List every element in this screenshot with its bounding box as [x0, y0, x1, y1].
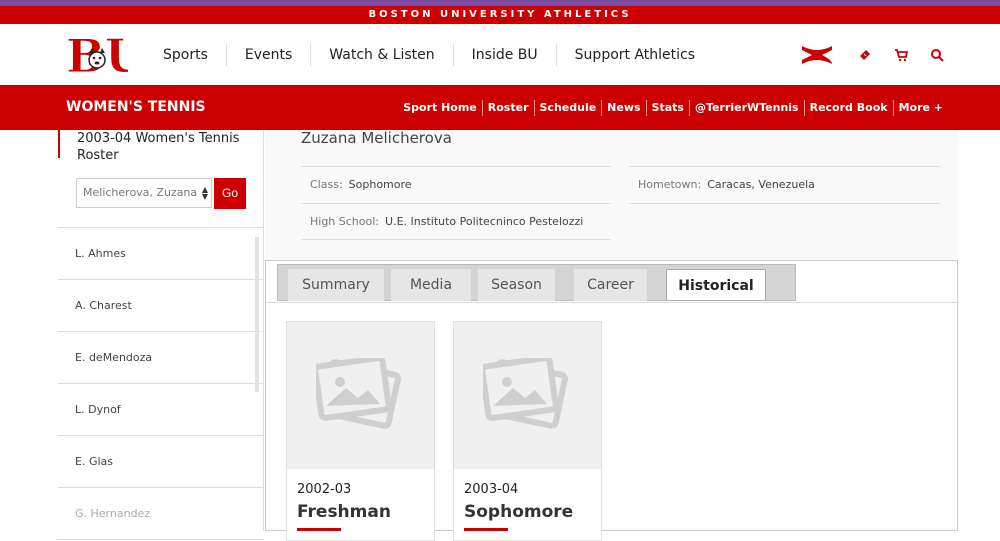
sport-link-roster[interactable]: Roster	[481, 99, 534, 116]
roster-select-value: Melicherova, Zuzana	[83, 186, 198, 199]
primary-nav: Sports Events Watch & Listen Inside BU S…	[145, 24, 713, 85]
sport-links: Sport Home Roster Schedule News Stats @T…	[398, 85, 948, 130]
class-label: Class:	[310, 178, 343, 191]
tab-career[interactable]: Career	[574, 269, 647, 301]
cart-icon[interactable]	[894, 48, 908, 62]
sport-link-record-book[interactable]: Record Book	[803, 99, 893, 116]
player-list-item[interactable]: L. Dynof	[58, 384, 264, 436]
sport-link-more[interactable]: More +	[892, 99, 948, 116]
roster-player-select[interactable]: Melicherova, Zuzana ▲ ▼	[76, 178, 212, 208]
nav-support-athletics[interactable]: Support Athletics	[555, 43, 713, 66]
hometown-value: Caracas, Venezuela	[707, 178, 815, 191]
player-list-item[interactable]: A. Charest	[58, 280, 264, 332]
roster-title: 2003-04 Women's Tennis Roster	[58, 130, 264, 163]
bu-logo[interactable]: BU	[66, 29, 146, 84]
sport-link-schedule[interactable]: Schedule	[533, 99, 602, 116]
class-value: Sophomore	[348, 178, 412, 191]
tab-season[interactable]: Season	[478, 269, 555, 301]
card-image-placeholder	[454, 322, 601, 469]
page-content: 2003-04 Women's Tennis Roster Melicherov…	[0, 129, 1000, 541]
tab-historical[interactable]: Historical	[666, 269, 766, 301]
sport-link-twitter[interactable]: @TerrierWTennis	[688, 99, 804, 116]
search-icon[interactable]	[930, 48, 944, 62]
nav-inside-bu[interactable]: Inside BU	[452, 43, 556, 66]
card-season: 2003-04	[464, 482, 519, 497]
season-card[interactable]: 2003-04 Sophomore	[453, 321, 602, 541]
player-list-item[interactable]: G. Hernandez	[58, 488, 264, 540]
player-list-item[interactable]: E. Glas	[58, 436, 264, 488]
season-card[interactable]: 2002-03 Freshman	[286, 321, 435, 541]
tab-media[interactable]: Media	[391, 269, 471, 301]
card-class: Sophomore	[464, 502, 574, 522]
player-list: L. Ahmes A. Charest E. deMendoza L. Dyno…	[58, 227, 264, 540]
player-profile: Zuzana Melicherova Class: Sophomore Homet…	[265, 129, 959, 541]
image-placeholder-icon	[316, 358, 401, 429]
sport-link-news[interactable]: News	[601, 99, 645, 116]
player-hometown-row: Hometown: Caracas, Venezuela	[629, 166, 940, 203]
main-navigation: BU Sports Events Watch & Listen Inside B…	[0, 24, 1000, 85]
high-school-value: U.E. Instituto Politecninco Pestelozzi	[385, 215, 584, 228]
nav-sports[interactable]: Sports	[145, 44, 226, 66]
nav-icons	[798, 24, 944, 85]
card-image-placeholder	[287, 322, 434, 469]
image-placeholder-icon	[483, 358, 568, 429]
select-arrows-icon: ▲ ▼	[201, 185, 208, 201]
high-school-label: High School:	[310, 215, 380, 228]
player-list-item[interactable]: L. Ahmes	[58, 228, 264, 280]
sport-link-home[interactable]: Sport Home	[398, 100, 482, 116]
nav-watch-listen[interactable]: Watch & Listen	[310, 43, 452, 66]
hometown-label: Hometown:	[638, 178, 702, 191]
tabs-divider	[266, 302, 959, 303]
under-armour-logo[interactable]	[798, 44, 836, 66]
top-strip[interactable]: BOSTON UNIVERSITY ATHLETICS	[0, 6, 1000, 24]
nav-events[interactable]: Events	[225, 43, 310, 66]
sport-link-stats[interactable]: Stats	[645, 99, 689, 116]
profile-tabs: Summary Media Season Career Historical	[277, 264, 796, 301]
player-high-school-row: High School: U.E. Instituto Politecninco …	[301, 203, 611, 240]
roster-sidebar: 2003-04 Women's Tennis Roster Melicherov…	[58, 130, 264, 540]
sport-bar: WOMEN'S TENNIS Sport Home Roster Schedul…	[0, 85, 1000, 130]
player-class-row: Class: Sophomore	[301, 166, 611, 203]
player-name: Zuzana Melicherova	[301, 129, 452, 147]
ticket-icon[interactable]	[858, 48, 872, 62]
profile-tabs-panel: Summary Media Season Career Historical 2…	[265, 260, 959, 541]
card-class: Freshman	[297, 502, 391, 522]
hometown-divider	[629, 203, 940, 204]
tab-summary[interactable]: Summary	[288, 269, 384, 301]
sport-title[interactable]: WOMEN'S TENNIS	[66, 85, 206, 130]
go-button[interactable]: Go	[214, 178, 246, 209]
player-list-item[interactable]: E. deMendoza	[58, 332, 264, 384]
card-season: 2002-03	[297, 482, 352, 497]
player-list-scrollbar[interactable]	[255, 237, 259, 392]
